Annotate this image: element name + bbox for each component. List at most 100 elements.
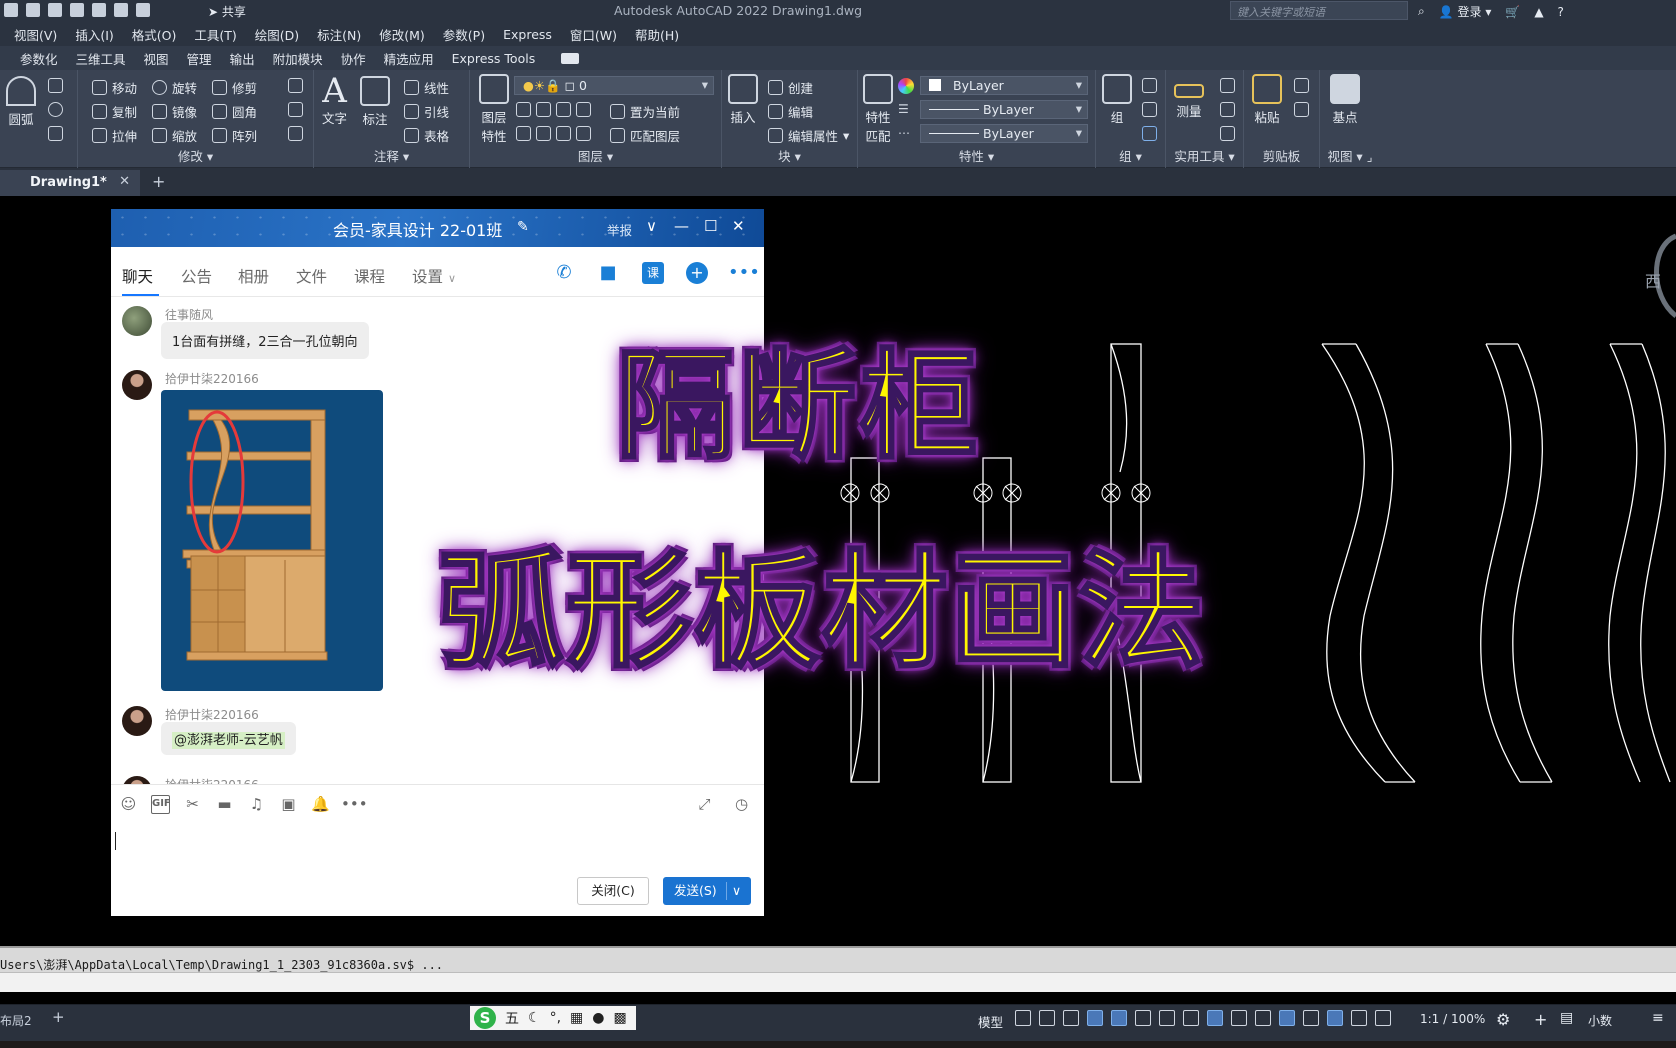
maximize-icon[interactable]: ☐	[704, 217, 717, 235]
copy-clip-icon[interactable]	[1294, 102, 1309, 117]
edit-block-tool[interactable]: 编辑	[768, 102, 813, 121]
cart-icon[interactable]: 🛒	[1505, 5, 1520, 19]
arc-tool[interactable]: 圆弧	[6, 76, 36, 128]
layout-tab[interactable]: 布局2	[0, 1012, 32, 1029]
chevron-down-icon[interactable]: ∨	[732, 877, 741, 905]
menu-express[interactable]: Express	[503, 27, 552, 42]
color-wheel-icon[interactable]	[898, 78, 914, 94]
hatch-icon[interactable]	[48, 126, 63, 141]
tab-announcement[interactable]: 公告	[181, 265, 212, 287]
rectangle-icon[interactable]	[48, 78, 63, 93]
emoji-icon[interactable]: ☺	[119, 795, 138, 814]
base-point-tool[interactable]: 基点	[1330, 74, 1360, 126]
report-link[interactable]: 举报	[607, 220, 632, 239]
layer-lock-icon[interactable]	[576, 102, 591, 117]
annotation-panel-title[interactable]: 注释 ▾	[314, 146, 469, 165]
groups-panel-title[interactable]: 组 ▾	[1096, 146, 1165, 165]
chevron-down-icon[interactable]: ∨	[646, 217, 657, 235]
leader-tool[interactable]: 引线	[404, 102, 449, 121]
tab-courses[interactable]: 课程	[354, 265, 385, 287]
lineweight-display-icon[interactable]	[1231, 1010, 1247, 1026]
scale-tool[interactable]: 缩放	[152, 126, 197, 145]
ortho-icon[interactable]	[1111, 1010, 1127, 1026]
object-snap-icon[interactable]	[1207, 1010, 1223, 1026]
punctuation-icon[interactable]: °,	[550, 1010, 561, 1026]
avatar[interactable]	[122, 306, 152, 336]
menu-modify[interactable]: 修改(M)	[379, 25, 425, 44]
clipboard-panel-title[interactable]: 剪贴板	[1244, 146, 1319, 165]
phone-icon[interactable]: ✆	[553, 262, 575, 284]
insert-tool[interactable]: 插入	[728, 74, 758, 126]
color-dropdown[interactable]: ByLayer	[920, 76, 1088, 95]
layer-properties-tool[interactable]: 图层特性	[476, 74, 512, 145]
match-layer-tool[interactable]: 匹配图层	[610, 126, 680, 145]
create-block-tool[interactable]: 创建	[768, 78, 813, 97]
trim-tool[interactable]: 修剪	[212, 78, 257, 97]
3d-osnap-icon[interactable]	[1303, 1010, 1319, 1026]
ribbon-tab-express-tools[interactable]: Express Tools	[452, 51, 536, 66]
menu-tools[interactable]: 工具(T)	[194, 25, 236, 44]
copy-tool[interactable]: 复制	[92, 102, 137, 121]
annotation-visibility-icon[interactable]	[1375, 1010, 1391, 1026]
cut-icon[interactable]	[1294, 78, 1309, 93]
snap-icon[interactable]	[1039, 1010, 1055, 1026]
view-panel-title[interactable]: 视图 ▾ ⌟	[1320, 146, 1380, 165]
music-icon[interactable]: ♫	[247, 795, 266, 814]
group-edit-icon[interactable]	[1142, 102, 1157, 117]
course-icon[interactable]: 课	[642, 262, 664, 284]
folder-icon[interactable]: ▬	[215, 795, 234, 814]
calculator-icon[interactable]	[1220, 126, 1235, 141]
erase-icon[interactable]	[288, 78, 303, 93]
print-icon[interactable]	[70, 3, 84, 17]
user-icon[interactable]: ●	[592, 1010, 604, 1026]
ungroup-icon[interactable]	[1142, 78, 1157, 93]
menu-draw[interactable]: 绘图(D)	[255, 25, 299, 44]
bell-icon[interactable]: 🔔	[311, 795, 330, 814]
ribbon-tab-collaborate[interactable]: 协作	[341, 49, 366, 68]
annotation-monitor-icon[interactable]	[1351, 1010, 1367, 1026]
expand-icon[interactable]: ⤢	[695, 795, 714, 814]
infer-constraints-icon[interactable]	[1063, 1010, 1079, 1026]
menu-window[interactable]: 窗口(W)	[570, 25, 617, 44]
paste-tool[interactable]: 粘贴	[1252, 74, 1282, 126]
gif-icon[interactable]: GIF	[151, 795, 171, 814]
hardware-acceleration-icon[interactable]: ▤	[1560, 1010, 1573, 1026]
linear-tool[interactable]: 线性	[404, 78, 449, 97]
text-tool[interactable]: A 文字	[322, 74, 347, 127]
layer-freeze-icon[interactable]	[556, 102, 571, 117]
undo-icon[interactable]	[92, 3, 106, 17]
minimize-icon[interactable]: —	[674, 217, 689, 235]
layer-on-icon[interactable]	[516, 126, 531, 141]
menu-dimension[interactable]: 标注(N)	[317, 25, 361, 44]
edit-attributes-tool[interactable]: 编辑属性 ▾	[768, 126, 849, 145]
new-tab-icon[interactable]: +	[152, 172, 165, 191]
help-icon[interactable]: ?	[1558, 5, 1564, 19]
annotation-scale[interactable]: 1:1 / 100%	[1420, 1012, 1485, 1026]
layers-panel-title[interactable]: 图层 ▾	[470, 146, 721, 165]
model-space-toggle[interactable]: 模型	[978, 1012, 1003, 1031]
plus-icon[interactable]: +	[1534, 1010, 1547, 1029]
ribbon-minimize-button[interactable]	[561, 52, 580, 64]
rotate-tool[interactable]: 旋转	[152, 78, 197, 97]
document-tab[interactable]: Drawing1* ✕	[0, 170, 140, 196]
viewcube-west-label[interactable]: 西	[1645, 268, 1661, 292]
autodesk-account-icon[interactable]: ▲	[1534, 5, 1543, 19]
add-app-icon[interactable]: +	[686, 262, 708, 284]
offset-icon[interactable]	[288, 126, 303, 141]
layer-unlock-icon[interactable]	[576, 126, 591, 141]
gear-icon[interactable]: ⚙	[1496, 1010, 1510, 1029]
stretch-tool[interactable]: 拉伸	[92, 126, 137, 145]
command-input[interactable]	[0, 972, 1676, 992]
explode-icon[interactable]	[288, 102, 303, 117]
sogou-ime-icon[interactable]: S	[474, 1007, 496, 1029]
menu-view[interactable]: 视图(V)	[14, 25, 57, 44]
tab-files[interactable]: 文件	[296, 265, 327, 287]
set-current-tool[interactable]: 置为当前	[610, 102, 680, 121]
layer-unisolate-icon[interactable]	[536, 126, 551, 141]
lineweight-dropdown[interactable]: ByLayer	[920, 100, 1088, 119]
select-all-icon[interactable]	[1220, 102, 1235, 117]
match-properties-tool[interactable]: 特性匹配	[862, 74, 894, 145]
close-icon[interactable]: ✕	[119, 174, 130, 189]
ribbon-tab-3d-tools[interactable]: 三维工具	[76, 49, 126, 68]
dynamic-ucs-icon[interactable]	[1327, 1010, 1343, 1026]
